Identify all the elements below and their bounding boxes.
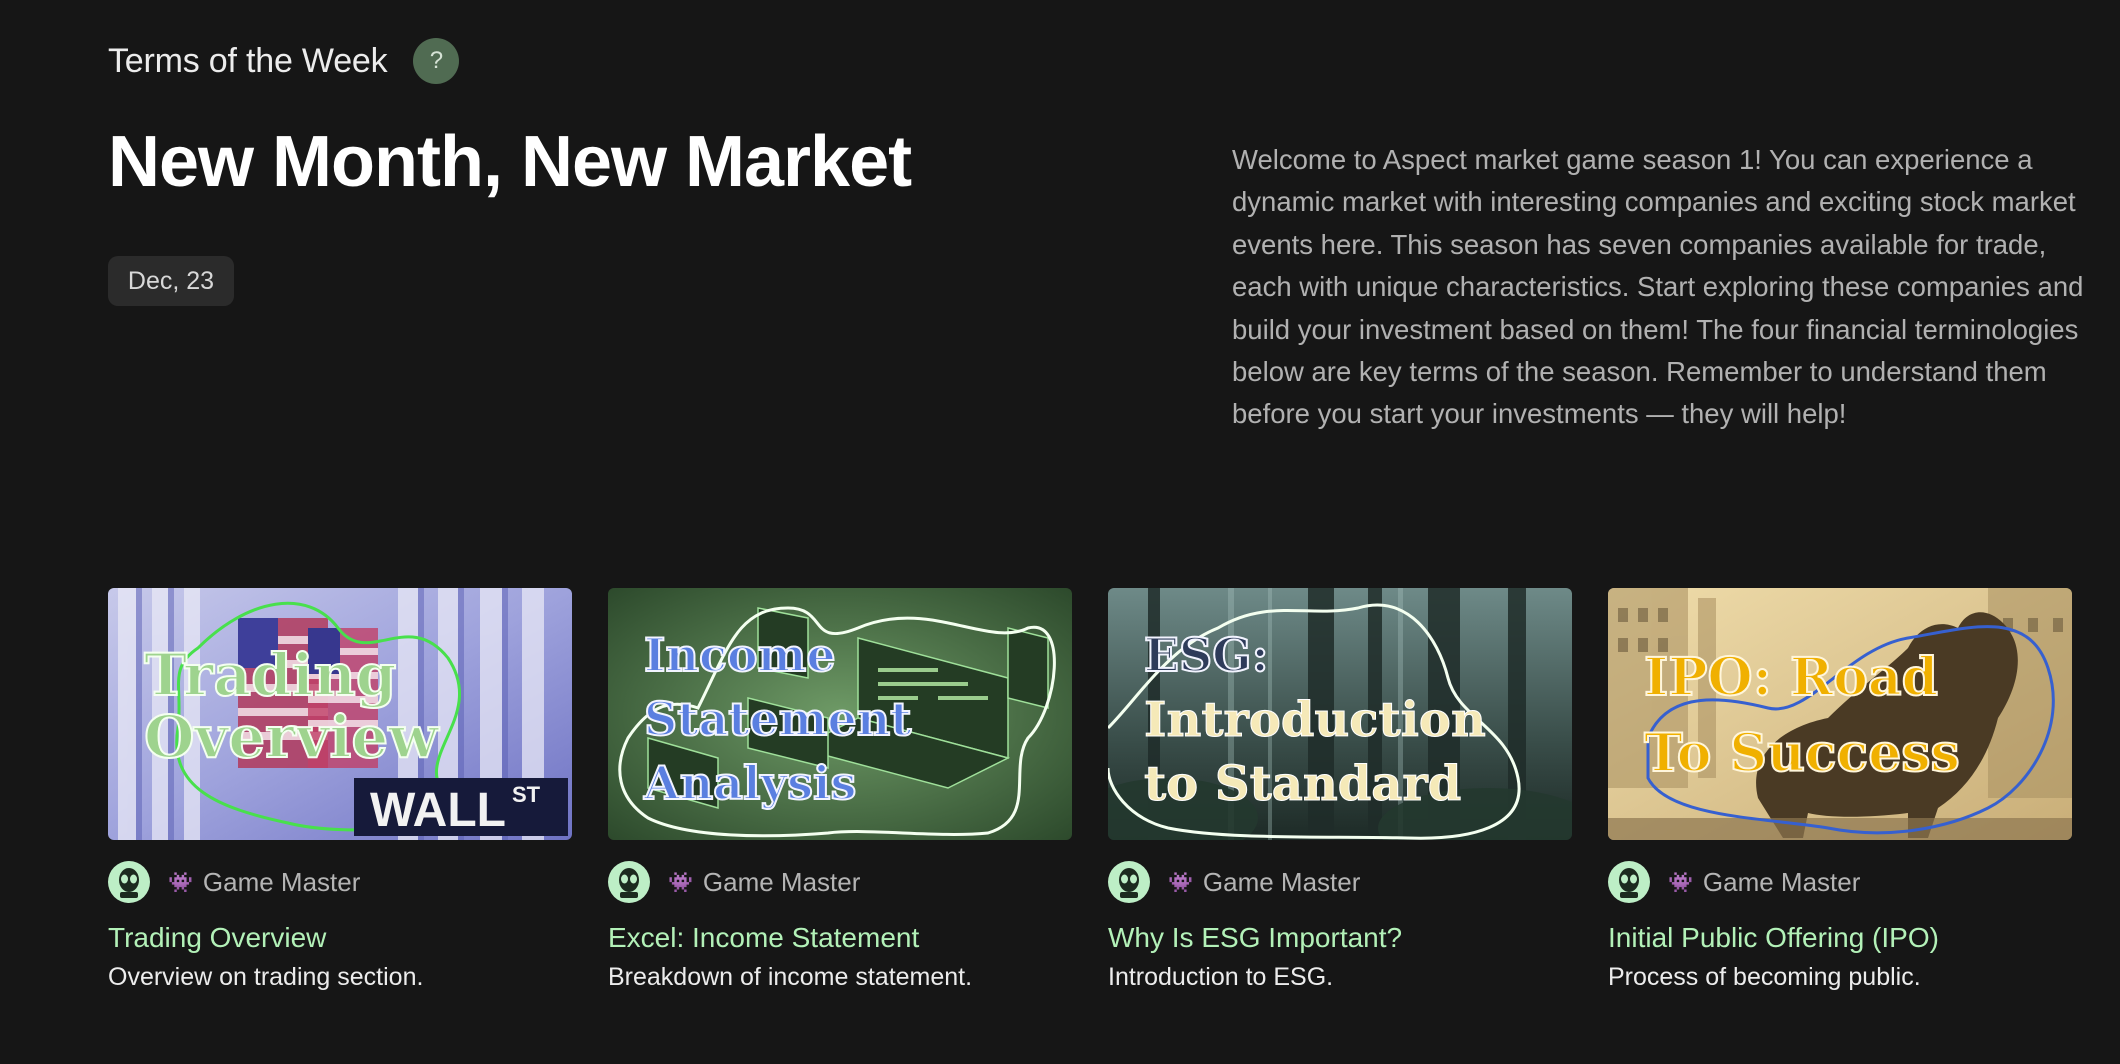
alien-monster-icon: 👾 <box>1168 871 1193 894</box>
intro-text: Welcome to Aspect market game season 1! … <box>1232 144 2084 430</box>
author-name: Game Master <box>1202 866 1361 897</box>
alien-avatar-icon <box>119 868 139 898</box>
thumbnail-trading[interactable]: WALL ST Trading Overview <box>108 588 572 840</box>
card-title[interactable]: Trading Overview <box>108 922 572 954</box>
article-card-esg[interactable]: ESG: Introduction to Standard 👾 Game Mas… <box>1108 588 1572 992</box>
alien-monster-icon: 👾 <box>668 871 693 894</box>
author-name: Game Master <box>202 866 361 897</box>
wall-street-image: WALL ST <box>108 588 572 840</box>
alien-avatar-icon <box>1119 868 1139 898</box>
author-name: Game Master <box>702 866 861 897</box>
server-illustration-image <box>608 588 1072 840</box>
wall-st-sign: WALL <box>370 784 506 837</box>
author-row: 👾 Game Master <box>1608 860 2072 904</box>
svg-text:ST: ST <box>512 782 541 807</box>
author-name: Game Master <box>1702 866 1861 897</box>
card-title[interactable]: Why Is ESG Important? <box>1108 922 1572 954</box>
alien-avatar-icon <box>619 868 639 898</box>
card-description: Introduction to ESG. <box>1108 963 1334 991</box>
author-row: 👾 Game Master <box>608 860 1072 904</box>
help-icon[interactable]: ? <box>413 38 460 84</box>
thumbnail-esg[interactable]: ESG: Introduction to Standard <box>1108 588 1572 840</box>
page-title: New Month, New Market <box>108 122 912 202</box>
card-description: Overview on trading section. <box>108 963 424 991</box>
card-description: Breakdown of income statement. <box>608 963 973 991</box>
charging-bull-image <box>1608 588 2072 840</box>
alien-avatar-icon <box>1619 868 1639 898</box>
author-row: 👾 Game Master <box>1108 860 1572 904</box>
forest-image <box>1108 588 1572 840</box>
avatar[interactable] <box>1108 861 1150 903</box>
thumbnail-income-statement[interactable]: Income Statement Analysis <box>608 588 1072 840</box>
card-title[interactable]: Initial Public Offering (IPO) <box>1608 922 2072 954</box>
author-row: 👾 Game Master <box>108 860 572 904</box>
card-description: Process of becoming public. <box>1608 963 1921 991</box>
avatar[interactable] <box>108 861 150 903</box>
section-title: Terms of the Week <box>108 41 388 80</box>
thumbnail-ipo[interactable]: IPO: Road To Success <box>1608 588 2072 840</box>
section-header: Terms of the Week ? <box>108 38 460 84</box>
article-card-income-statement[interactable]: Income Statement Analysis 👾 Game Master … <box>608 588 1072 992</box>
card-title[interactable]: Excel: Income Statement <box>608 922 1072 954</box>
alien-monster-icon: 👾 <box>168 871 193 894</box>
article-card-ipo[interactable]: IPO: Road To Success 👾 Game Master Initi… <box>1608 588 2072 992</box>
date-badge: Dec, 23 <box>108 256 234 306</box>
avatar[interactable] <box>608 861 650 903</box>
article-card-trading[interactable]: WALL ST Trading Overview 👾 Game Master T… <box>108 588 572 992</box>
alien-monster-icon: 👾 <box>1668 871 1693 894</box>
avatar[interactable] <box>1608 861 1650 903</box>
